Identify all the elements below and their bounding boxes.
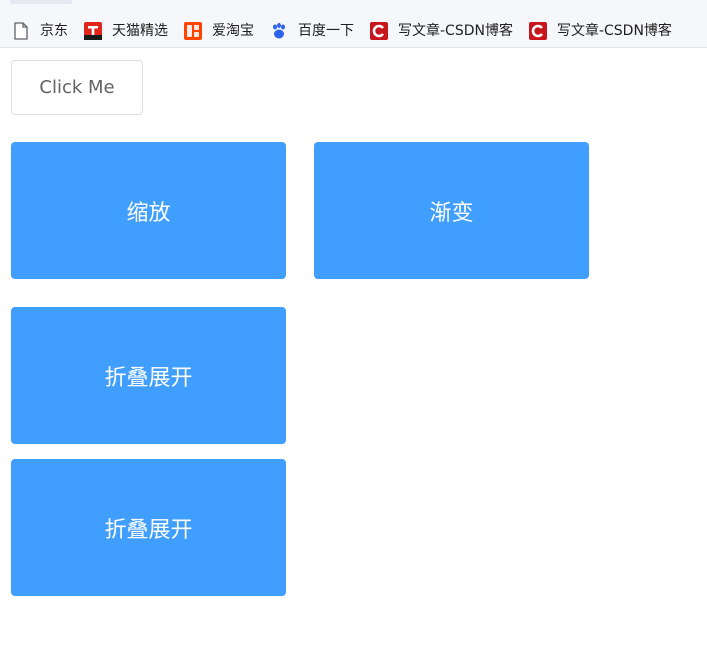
bookmark-csdn-2[interactable]: 写文章-CSDN博客 [528,22,672,40]
bookmark-label: 百度一下 [298,23,354,39]
click-me-button[interactable]: Click Me [11,60,143,115]
collapse-expand-box: 折叠展开 [11,307,286,444]
bookmark-csdn-1[interactable]: 写文章-CSDN博客 [370,22,513,40]
scale-box: 缩放 [11,142,286,279]
tmall-icon [84,22,102,40]
file-icon [12,22,30,40]
box-label: 渐变 [429,200,474,226]
gradient-box: 渐变 [314,142,589,279]
tab-strip [0,0,707,8]
bookmark-label: 爱淘宝 [212,23,254,39]
tab-edge [10,0,72,4]
bookmark-label: 京东 [40,23,68,39]
taobao-icon [184,22,202,40]
bookmark-taobao[interactable]: 爱淘宝 [184,22,254,40]
bookmark-baidu[interactable]: 百度一下 [270,22,354,40]
box-label: 折叠展开 [104,365,193,391]
box-label: 缩放 [126,200,171,226]
bookmark-label: 写文章-CSDN博客 [398,23,513,39]
browser-toolbar: 京东 天猫精选 爱淘宝 百度一下 写文章-CSDN博客 写文章-CSDN博客 [0,0,707,48]
bookmark-tmall[interactable]: 天猫精选 [84,22,168,40]
bookmarks-bar: 京东 天猫精选 爱淘宝 百度一下 写文章-CSDN博客 写文章-CSDN博客 [0,14,707,48]
bookmark-label: 写文章-CSDN博客 [556,23,672,39]
box-label: 折叠展开 [104,517,193,543]
bookmark-jd[interactable]: 京东 [12,22,68,40]
collapse-expand-box-2: 折叠展开 [11,459,286,596]
csdn-icon [528,22,547,40]
bookmark-label: 天猫精选 [112,23,168,39]
csdn-icon [370,22,388,40]
baidu-paw-icon [270,22,288,40]
